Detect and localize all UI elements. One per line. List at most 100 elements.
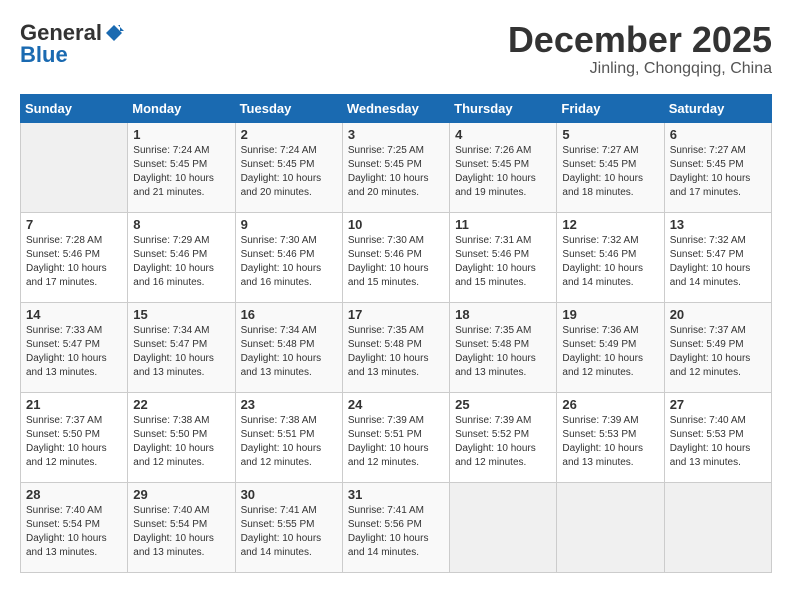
day-number: 2 (241, 127, 337, 142)
day-number: 30 (241, 487, 337, 502)
calendar-cell (21, 122, 128, 212)
calendar-cell: 25 Sunrise: 7:39 AM Sunset: 5:52 PM Dayli… (450, 392, 557, 482)
calendar-cell: 21Sunrise: 7:37 AM Sunset: 5:50 PM Dayli… (21, 392, 128, 482)
day-info: Sunrise: 7:38 AM Sunset: 5:50 PM Dayligh… (133, 414, 229, 470)
calendar-cell: 28 Sunrise: 7:40 AM Sunset: 5:54 PM Dayli… (21, 482, 128, 572)
calendar-week-row: 28 Sunrise: 7:40 AM Sunset: 5:54 PM Dayli… (21, 482, 772, 572)
day-info: Sunrise: 7:39 AM Sunset: 5:51 PM Dayligh… (348, 414, 444, 470)
day-info: Sunrise: 7:40 AM Sunset: 5:53 PM Dayligh… (670, 414, 766, 470)
day-number: 29 (133, 487, 229, 502)
day-info: Sunrise: 7:26 AM Sunset: 5:45 PM Dayligh… (455, 144, 551, 200)
day-info: Sunrise: 7:41 AM Sunset: 5:55 PM Dayligh… (241, 504, 337, 560)
day-number: 8 (133, 217, 229, 232)
calendar-cell: 20 Sunrise: 7:37 AM Sunset: 5:49 PM Dayli… (664, 302, 771, 392)
day-info: Sunrise: 7:24 AM Sunset: 5:45 PM Dayligh… (133, 144, 229, 200)
day-info: Sunrise: 7:37 AM Sunset: 5:49 PM Dayligh… (670, 324, 766, 380)
calendar-cell: 18 Sunrise: 7:35 AM Sunset: 5:48 PM Dayli… (450, 302, 557, 392)
col-header-thursday: Thursday (450, 94, 557, 122)
day-info: Sunrise: 7:33 AM Sunset: 5:47 PM Dayligh… (26, 324, 122, 380)
day-info: Sunrise: 7:40 AM Sunset: 5:54 PM Dayligh… (26, 504, 122, 560)
day-info: Sunrise: 7:35 AM Sunset: 5:48 PM Dayligh… (455, 324, 551, 380)
day-number: 25 (455, 397, 551, 412)
day-number: 10 (348, 217, 444, 232)
day-number: 27 (670, 397, 766, 412)
day-info: Sunrise: 7:39 AM Sunset: 5:53 PM Dayligh… (562, 414, 658, 470)
day-number: 13 (670, 217, 766, 232)
calendar-cell: 19 Sunrise: 7:36 AM Sunset: 5:49 PM Dayli… (557, 302, 664, 392)
day-number: 23 (241, 397, 337, 412)
calendar-cell: 17Sunrise: 7:35 AM Sunset: 5:48 PM Dayli… (342, 302, 449, 392)
calendar-cell: 30 Sunrise: 7:41 AM Sunset: 5:55 PM Dayli… (235, 482, 342, 572)
calendar-header-row: SundayMondayTuesdayWednesdayThursdayFrid… (21, 94, 772, 122)
calendar-cell: 14 Sunrise: 7:33 AM Sunset: 5:47 PM Dayli… (21, 302, 128, 392)
day-number: 31 (348, 487, 444, 502)
day-info: Sunrise: 7:34 AM Sunset: 5:48 PM Dayligh… (241, 324, 337, 380)
day-number: 6 (670, 127, 766, 142)
day-number: 17 (348, 307, 444, 322)
day-number: 18 (455, 307, 551, 322)
day-info: Sunrise: 7:27 AM Sunset: 5:45 PM Dayligh… (670, 144, 766, 200)
day-number: 9 (241, 217, 337, 232)
calendar-cell (557, 482, 664, 572)
day-info: Sunrise: 7:30 AM Sunset: 5:46 PM Dayligh… (241, 234, 337, 290)
day-number: 24 (348, 397, 444, 412)
location-title: Jinling, Chongqing, China (508, 60, 772, 78)
logo-icon (104, 23, 124, 43)
calendar-cell: 24 Sunrise: 7:39 AM Sunset: 5:51 PM Dayli… (342, 392, 449, 482)
day-number: 7 (26, 217, 122, 232)
day-number: 16 (241, 307, 337, 322)
calendar-cell: 8Sunrise: 7:29 AM Sunset: 5:46 PM Daylig… (128, 212, 235, 302)
calendar-cell: 29 Sunrise: 7:40 AM Sunset: 5:54 PM Dayli… (128, 482, 235, 572)
logo: General Blue (20, 20, 124, 68)
calendar-week-row: 14 Sunrise: 7:33 AM Sunset: 5:47 PM Dayli… (21, 302, 772, 392)
calendar-table: SundayMondayTuesdayWednesdayThursdayFrid… (20, 94, 772, 573)
calendar-cell (450, 482, 557, 572)
day-number: 11 (455, 217, 551, 232)
calendar-cell (664, 482, 771, 572)
calendar-cell: 15Sunrise: 7:34 AM Sunset: 5:47 PM Dayli… (128, 302, 235, 392)
calendar-cell: 9 Sunrise: 7:30 AM Sunset: 5:46 PM Daylig… (235, 212, 342, 302)
calendar-cell: 27 Sunrise: 7:40 AM Sunset: 5:53 PM Dayli… (664, 392, 771, 482)
calendar-cell: 23 Sunrise: 7:38 AM Sunset: 5:51 PM Dayli… (235, 392, 342, 482)
day-number: 26 (562, 397, 658, 412)
calendar-cell: 6 Sunrise: 7:27 AM Sunset: 5:45 PM Daylig… (664, 122, 771, 212)
day-number: 22 (133, 397, 229, 412)
calendar-cell: 1 Sunrise: 7:24 AM Sunset: 5:45 PM Daylig… (128, 122, 235, 212)
col-header-friday: Friday (557, 94, 664, 122)
day-info: Sunrise: 7:37 AM Sunset: 5:50 PM Dayligh… (26, 414, 122, 470)
col-header-sunday: Sunday (21, 94, 128, 122)
day-info: Sunrise: 7:40 AM Sunset: 5:54 PM Dayligh… (133, 504, 229, 560)
day-number: 14 (26, 307, 122, 322)
day-info: Sunrise: 7:30 AM Sunset: 5:46 PM Dayligh… (348, 234, 444, 290)
day-number: 20 (670, 307, 766, 322)
col-header-wednesday: Wednesday (342, 94, 449, 122)
day-number: 19 (562, 307, 658, 322)
calendar-cell: 7 Sunrise: 7:28 AM Sunset: 5:46 PM Daylig… (21, 212, 128, 302)
day-number: 4 (455, 127, 551, 142)
day-info: Sunrise: 7:36 AM Sunset: 5:49 PM Dayligh… (562, 324, 658, 380)
month-title: December 2025 (508, 20, 772, 60)
calendar-cell: 3 Sunrise: 7:25 AM Sunset: 5:45 PM Daylig… (342, 122, 449, 212)
calendar-cell: 12Sunrise: 7:32 AM Sunset: 5:46 PM Dayli… (557, 212, 664, 302)
calendar-cell: 4 Sunrise: 7:26 AM Sunset: 5:45 PM Daylig… (450, 122, 557, 212)
day-number: 12 (562, 217, 658, 232)
day-info: Sunrise: 7:25 AM Sunset: 5:45 PM Dayligh… (348, 144, 444, 200)
col-header-tuesday: Tuesday (235, 94, 342, 122)
calendar-week-row: 1 Sunrise: 7:24 AM Sunset: 5:45 PM Daylig… (21, 122, 772, 212)
day-info: Sunrise: 7:41 AM Sunset: 5:56 PM Dayligh… (348, 504, 444, 560)
day-info: Sunrise: 7:38 AM Sunset: 5:51 PM Dayligh… (241, 414, 337, 470)
day-number: 1 (133, 127, 229, 142)
calendar-cell: 5Sunrise: 7:27 AM Sunset: 5:45 PM Daylig… (557, 122, 664, 212)
calendar-cell: 16 Sunrise: 7:34 AM Sunset: 5:48 PM Dayli… (235, 302, 342, 392)
calendar-cell: 13Sunrise: 7:32 AM Sunset: 5:47 PM Dayli… (664, 212, 771, 302)
calendar-cell: 22 Sunrise: 7:38 AM Sunset: 5:50 PM Dayli… (128, 392, 235, 482)
day-number: 28 (26, 487, 122, 502)
col-header-monday: Monday (128, 94, 235, 122)
day-info: Sunrise: 7:39 AM Sunset: 5:52 PM Dayligh… (455, 414, 551, 470)
calendar-week-row: 21Sunrise: 7:37 AM Sunset: 5:50 PM Dayli… (21, 392, 772, 482)
calendar-cell: 26 Sunrise: 7:39 AM Sunset: 5:53 PM Dayli… (557, 392, 664, 482)
header: General Blue December 2025 Jinling, Chon… (20, 20, 772, 78)
day-info: Sunrise: 7:28 AM Sunset: 5:46 PM Dayligh… (26, 234, 122, 290)
day-info: Sunrise: 7:31 AM Sunset: 5:46 PM Dayligh… (455, 234, 551, 290)
day-number: 3 (348, 127, 444, 142)
